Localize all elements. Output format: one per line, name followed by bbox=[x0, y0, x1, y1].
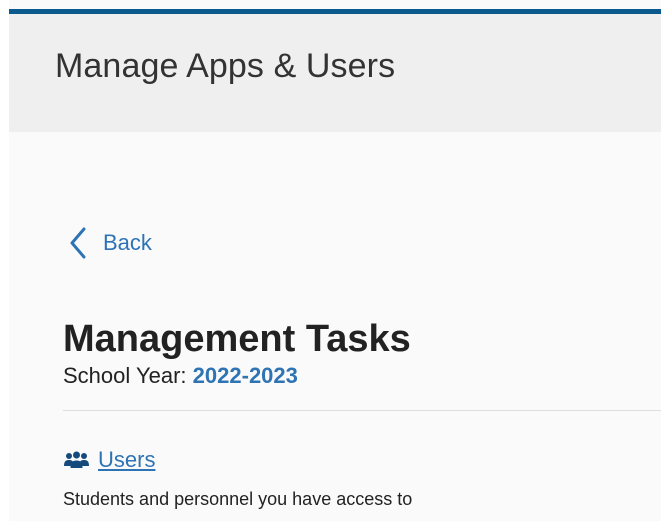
school-year: School Year: 2022-2023 bbox=[63, 363, 298, 388]
section-divider bbox=[63, 410, 661, 411]
users-icon bbox=[64, 451, 89, 468]
left-edge-strip bbox=[0, 0, 9, 521]
back-label: Back bbox=[103, 230, 152, 255]
school-year-value: 2022-2023 bbox=[192, 363, 298, 388]
page-title: Manage Apps & Users bbox=[55, 47, 396, 85]
management-tasks-title: Management Tasks bbox=[63, 318, 411, 360]
page: Manage Apps & Users Back Management Task… bbox=[0, 0, 661, 521]
school-year-label: School Year: bbox=[63, 363, 187, 388]
back-link[interactable]: Back bbox=[69, 226, 152, 260]
chevron-left-icon bbox=[70, 227, 86, 259]
users-link[interactable]: Users bbox=[63, 449, 155, 471]
users-label: Users bbox=[98, 447, 156, 472]
users-description: Students and personnel you have access t… bbox=[63, 489, 413, 509]
